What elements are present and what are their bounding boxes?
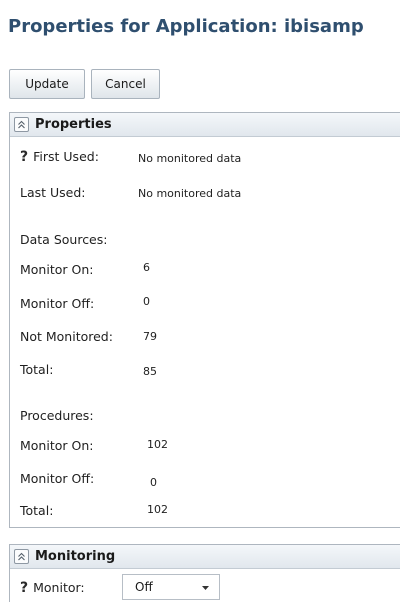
help-question-icon[interactable]: ?: [20, 580, 28, 596]
monitor-select-value: Off: [135, 580, 153, 594]
ds-total-label: Total:: [20, 362, 54, 377]
monitor-label: Monitor:: [33, 580, 85, 595]
first-used-row-label: ? First Used:: [20, 149, 99, 165]
ds-monitor-on-value: 6: [143, 261, 150, 274]
procedures-heading: Procedures:: [20, 408, 94, 423]
update-button[interactable]: Update: [9, 69, 85, 99]
properties-panel-title: Properties: [35, 117, 112, 132]
collapse-up-icon[interactable]: [14, 549, 29, 564]
properties-panel: Properties: [9, 112, 400, 528]
ds-monitor-off-label: Monitor Off:: [20, 296, 95, 311]
monitoring-panel-title: Monitoring: [35, 549, 116, 564]
proc-monitor-off-value: 0: [150, 476, 157, 489]
collapse-up-icon[interactable]: [14, 117, 29, 132]
proc-total-label: Total:: [20, 503, 54, 518]
ds-not-monitored-label: Not Monitored:: [20, 329, 113, 344]
proc-monitor-off-label: Monitor Off:: [20, 471, 95, 486]
last-used-value: No monitored data: [138, 187, 242, 200]
monitoring-panel-header: Monitoring: [10, 545, 400, 569]
properties-panel-header: Properties: [10, 113, 400, 137]
help-question-icon[interactable]: ?: [20, 149, 28, 165]
monitor-row-label: ? Monitor:: [20, 580, 85, 596]
page-title: Properties for Application: ibisamp: [8, 16, 364, 37]
ds-monitor-on-label: Monitor On:: [20, 262, 94, 277]
proc-monitor-on-value: 102: [147, 438, 168, 451]
chevron-down-icon: [202, 586, 209, 590]
proc-total-value: 102: [147, 503, 168, 516]
ds-monitor-off-value: 0: [143, 295, 150, 308]
first-used-label: First Used:: [33, 149, 99, 164]
proc-monitor-on-label: Monitor On:: [20, 438, 94, 453]
ds-total-value: 85: [143, 365, 157, 378]
last-used-label: Last Used:: [20, 185, 86, 200]
cancel-button[interactable]: Cancel: [91, 69, 160, 99]
data-sources-heading: Data Sources:: [20, 232, 108, 247]
monitor-select[interactable]: Off: [122, 574, 220, 600]
first-used-value: No monitored data: [138, 152, 242, 165]
ds-not-monitored-value: 79: [143, 330, 157, 343]
